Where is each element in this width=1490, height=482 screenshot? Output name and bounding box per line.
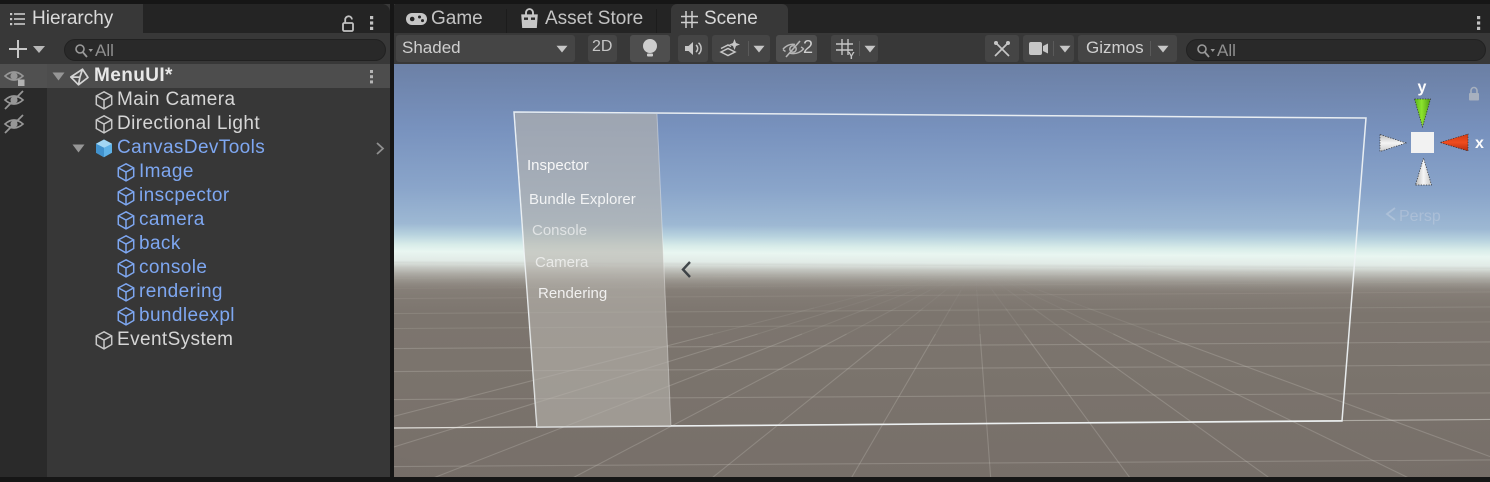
svg-text:Console: Console	[532, 222, 587, 239]
svg-text:y: y	[1418, 79, 1427, 96]
svg-text:Bundle Explorer: Bundle Explorer	[529, 191, 636, 208]
svg-text:Camera: Camera	[535, 254, 589, 271]
svg-text:Inspector: Inspector	[527, 157, 589, 174]
svg-text:x: x	[1475, 135, 1484, 152]
svg-text:Y: Y	[848, 51, 855, 60]
svg-text:Persp: Persp	[1399, 208, 1441, 225]
svg-text:Rendering: Rendering	[538, 285, 607, 302]
